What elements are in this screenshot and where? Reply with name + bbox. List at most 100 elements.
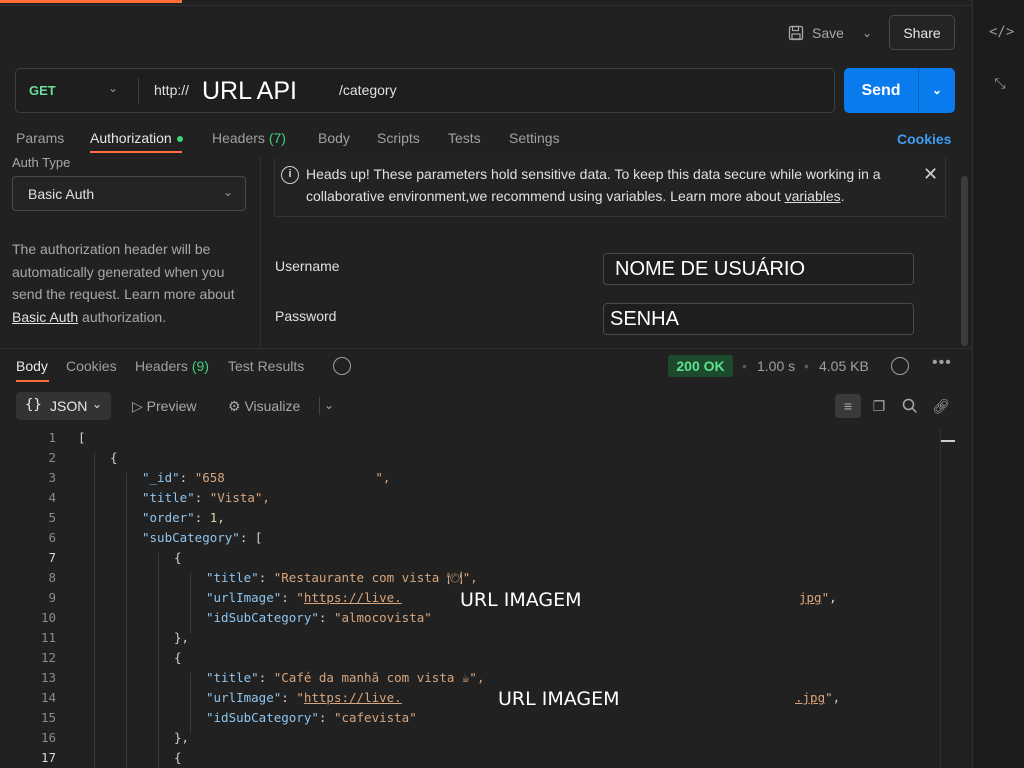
- auth-type-select[interactable]: Basic Auth ⌄: [12, 176, 246, 211]
- username-label: Username: [275, 258, 340, 274]
- username-input[interactable]: NOME DE USUÁRIO: [603, 253, 914, 285]
- json-value: "Vista",: [209, 490, 270, 505]
- response-tab-body[interactable]: Body: [16, 358, 48, 374]
- save-icon: [788, 25, 804, 41]
- line-number: 3: [48, 470, 56, 485]
- scrollbar-thumb[interactable]: [941, 440, 955, 442]
- basic-auth-link[interactable]: Basic Auth: [12, 309, 78, 325]
- tab-tests[interactable]: Tests: [448, 130, 481, 146]
- auth-description-end: authorization.: [82, 308, 167, 325]
- response-tab-cookies[interactable]: Cookies: [66, 358, 117, 374]
- url-input-protocol[interactable]: http://: [154, 82, 189, 98]
- indent-guide: [126, 473, 127, 768]
- url-input-path[interactable]: /category: [339, 82, 397, 98]
- globe-icon[interactable]: [891, 357, 909, 375]
- close-icon[interactable]: ✕: [923, 164, 938, 185]
- password-label: Password: [275, 308, 337, 324]
- active-tab-underline: [90, 151, 182, 153]
- json-url-link-end[interactable]: .jpg",: [795, 690, 840, 705]
- code-line: },: [174, 730, 190, 745]
- code-line: {: [174, 750, 182, 765]
- json-value: "almocovista": [333, 610, 432, 625]
- separator-dot: •: [804, 358, 809, 374]
- postman-window: </> ⤡ Save ⌄ Share GET ⌄ http:// URL API…: [0, 0, 1024, 768]
- indent-guide: [190, 673, 191, 733]
- history-icon[interactable]: [333, 357, 351, 375]
- line-number: 5: [48, 510, 56, 525]
- visualize-icon: ⚙: [228, 398, 241, 414]
- status-badge: 200 OK: [668, 355, 733, 377]
- divider: [319, 397, 320, 415]
- save-button[interactable]: Save: [788, 20, 844, 46]
- preview-button[interactable]: ▷ Preview: [132, 398, 196, 415]
- json-value: [: [254, 530, 263, 545]
- line-number: 10: [40, 610, 56, 625]
- indent-guide: [190, 573, 191, 633]
- tab-authorization[interactable]: Authorization: [90, 130, 183, 146]
- method-select[interactable]: GET: [29, 83, 56, 98]
- code-line: "subCategory": [: [142, 530, 263, 545]
- url-image-redaction-1: URL IMAGEM: [460, 589, 582, 611]
- info-icon: i: [281, 166, 299, 184]
- preview-label: Preview: [146, 398, 197, 414]
- tab-headers-label: Headers: [212, 130, 265, 146]
- json-key: "title": [206, 670, 259, 685]
- chevron-down-icon: ⌄: [223, 185, 234, 199]
- password-input[interactable]: SENHA: [603, 303, 914, 335]
- line-number: 12: [40, 650, 56, 665]
- copy-icon[interactable]: ❐: [866, 394, 892, 418]
- auth-description-text: The authorization header will be automat…: [12, 241, 235, 302]
- code-line: },: [174, 630, 190, 645]
- send-options-chevron-down-icon[interactable]: ⌄: [919, 68, 955, 113]
- pane-divider[interactable]: [0, 348, 972, 349]
- format-select[interactable]: {} JSON ⌄: [16, 392, 111, 420]
- tab-headers[interactable]: Headers (7): [212, 130, 286, 146]
- json-url-link[interactable]: https://live.: [304, 690, 402, 705]
- chevron-down-icon[interactable]: ⌄: [108, 81, 118, 95]
- code-line: "idSubCategory": "cafevista": [206, 710, 417, 725]
- chevron-down-icon[interactable]: ⌄: [324, 398, 334, 412]
- braces-icon: {}: [25, 397, 42, 413]
- response-tab-headers[interactable]: Headers (9): [135, 358, 209, 374]
- link-icon[interactable]: 🔗︎: [928, 394, 954, 418]
- code-line: [: [78, 430, 86, 445]
- json-value: "Restaurante com vista 🍽",: [273, 570, 478, 585]
- line-number: 14: [40, 690, 56, 705]
- wrap-lines-icon[interactable]: ≡: [835, 394, 861, 418]
- json-key: "urlImage": [206, 690, 282, 705]
- indent-guide: [158, 553, 159, 768]
- auth-description: The authorization header will be automat…: [12, 238, 252, 328]
- tab-body[interactable]: Body: [318, 130, 350, 146]
- code-icon[interactable]: </>: [989, 21, 1014, 43]
- search-icon[interactable]: [897, 394, 923, 418]
- more-options-icon[interactable]: •••: [932, 354, 952, 372]
- send-button[interactable]: Send: [844, 68, 918, 113]
- tab-scripts[interactable]: Scripts: [377, 130, 420, 146]
- visualize-button[interactable]: ⚙ Visualize: [228, 398, 300, 415]
- line-number: 9: [48, 590, 56, 605]
- auth-type-label: Auth Type: [12, 155, 71, 170]
- tab-settings[interactable]: Settings: [509, 130, 560, 146]
- save-options-chevron-down-icon[interactable]: ⌄: [858, 22, 876, 44]
- json-key: "title": [206, 570, 259, 585]
- json-key: "idSubCategory": [206, 710, 319, 725]
- editor-scrollbar[interactable]: [940, 428, 956, 768]
- json-key: "title": [142, 490, 195, 505]
- variables-link[interactable]: variables: [785, 188, 841, 204]
- line-number: 4: [48, 490, 56, 505]
- tab-params[interactable]: Params: [16, 130, 64, 146]
- code-line: {: [110, 450, 118, 465]
- share-button[interactable]: Share: [889, 15, 955, 50]
- indent-guide: [94, 453, 95, 768]
- cookies-link[interactable]: Cookies: [897, 131, 951, 147]
- expand-icon[interactable]: ⤡: [989, 73, 1011, 95]
- response-tab-headers-count: (9): [191, 358, 209, 374]
- json-url-link[interactable]: https://live.: [304, 590, 402, 605]
- code-line: "title": "Vista",: [142, 490, 270, 505]
- scrollbar[interactable]: [961, 176, 968, 346]
- response-tab-test-results[interactable]: Test Results: [228, 358, 304, 374]
- line-number: 1: [48, 430, 56, 445]
- code-line: {: [174, 650, 182, 665]
- json-url-link-end[interactable]: jpg",: [799, 590, 837, 605]
- visualize-label: Visualize: [244, 398, 301, 414]
